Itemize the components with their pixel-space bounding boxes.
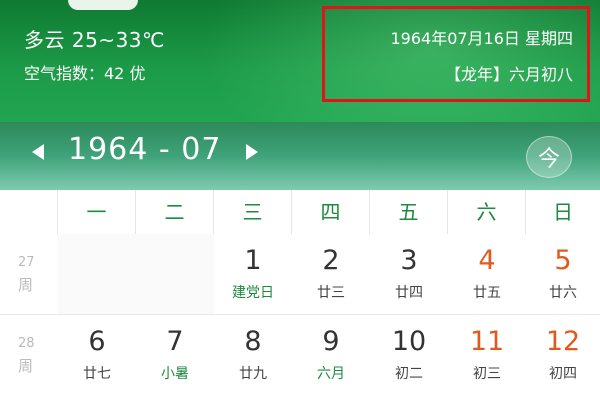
day-cell-empty	[58, 234, 136, 314]
calendar-grid: 一 二 三 四 五 六 日 27 周 1 建党日 2 廿三 3 廿四 4 廿五 5 廿六	[0, 190, 600, 400]
weekday-sat: 六	[448, 190, 526, 234]
weekday-wed: 三	[214, 190, 292, 234]
day-cell[interactable]: 5 廿六	[526, 234, 600, 314]
prev-month-icon[interactable]	[32, 144, 44, 160]
calendar-header: 多云 25~33℃ 空气指数：42 优 1964年07月16日 星期四 【龙年】…	[0, 0, 600, 122]
day-cell-empty	[136, 234, 214, 314]
day-cell[interactable]: 4 廿五	[448, 234, 526, 314]
week-number: 28 周	[18, 335, 35, 375]
day-cell[interactable]: 2 廿三	[292, 234, 370, 314]
day-cell[interactable]: 11 初三	[448, 315, 526, 394]
day-cell[interactable]: 9 六月	[292, 315, 370, 394]
day-cell[interactable]: 6 廿七	[58, 315, 136, 394]
selected-date: 1964年07月16日 星期四	[390, 29, 573, 48]
weather-summary: 多云 25~33℃	[24, 28, 165, 52]
day-cell[interactable]: 10 初二	[370, 315, 448, 394]
air-quality-index: 空气指数：42 优	[24, 64, 146, 83]
week-row: 28 周 6 廿七 7 小暑 8 廿九 9 六月 10 初二 11 初三 12 初四	[0, 314, 600, 394]
current-month[interactable]: 1964 - 07	[68, 132, 221, 167]
weekday-tue: 二	[136, 190, 214, 234]
day-cell[interactable]: 8 廿九	[214, 315, 292, 394]
day-cell[interactable]: 7 小暑	[136, 315, 214, 394]
weeknum-header	[0, 190, 58, 234]
weekday-sun: 日	[553, 200, 573, 224]
month-navigation: 1964 - 07 今	[0, 122, 600, 190]
weekday-thu: 四	[292, 190, 370, 234]
day-cell[interactable]: 3 廿四	[370, 234, 448, 314]
weekday-mon: 一	[58, 190, 136, 234]
next-month-icon[interactable]	[246, 144, 258, 160]
app-logo	[68, 0, 138, 10]
week-row: 27 周 1 建党日 2 廿三 3 廿四 4 廿五 5 廿六	[0, 234, 600, 314]
selected-date-panel: 1964年07月16日 星期四 【龙年】六月初八	[322, 6, 590, 102]
day-cell[interactable]: 12 初四	[526, 315, 600, 394]
today-button[interactable]: 今	[526, 136, 572, 178]
lunar-date: 【龙年】六月初八	[444, 65, 573, 84]
day-cell[interactable]: 1 建党日	[214, 234, 292, 314]
weekday-header-row: 一 二 三 四 五 六 日	[0, 190, 600, 234]
week-number: 27 周	[18, 255, 35, 294]
weekday-fri: 五	[370, 190, 448, 234]
